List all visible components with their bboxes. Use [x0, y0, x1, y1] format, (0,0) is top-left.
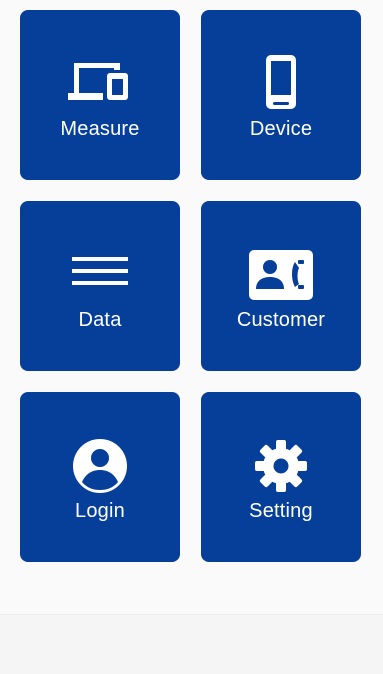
- data-label: Data: [78, 309, 122, 331]
- device-label: Device: [249, 118, 313, 140]
- bottom-bar: [0, 615, 383, 674]
- gear-icon: [249, 437, 313, 495]
- data-tile[interactable]: Data: [20, 201, 180, 371]
- customer-label: Customer: [236, 309, 326, 331]
- list-lines-icon: [68, 246, 132, 304]
- smartphone-icon: [249, 55, 313, 113]
- home-screen: Measure Device Data Customer Login Setti…: [0, 0, 383, 674]
- menu-grid: Measure Device Data Customer Login Setti…: [20, 10, 361, 562]
- measure-label: Measure: [60, 118, 140, 140]
- setting-tile[interactable]: Setting: [201, 392, 361, 562]
- setting-label: Setting: [249, 500, 313, 522]
- contact-phone-icon: [249, 246, 313, 304]
- account-circle-icon: [68, 437, 132, 495]
- customer-tile[interactable]: Customer: [201, 201, 361, 371]
- login-tile[interactable]: Login: [20, 392, 180, 562]
- login-label: Login: [75, 500, 125, 522]
- measure-tile[interactable]: Measure: [20, 10, 180, 180]
- devices-icon: [68, 55, 132, 113]
- device-tile[interactable]: Device: [201, 10, 361, 180]
